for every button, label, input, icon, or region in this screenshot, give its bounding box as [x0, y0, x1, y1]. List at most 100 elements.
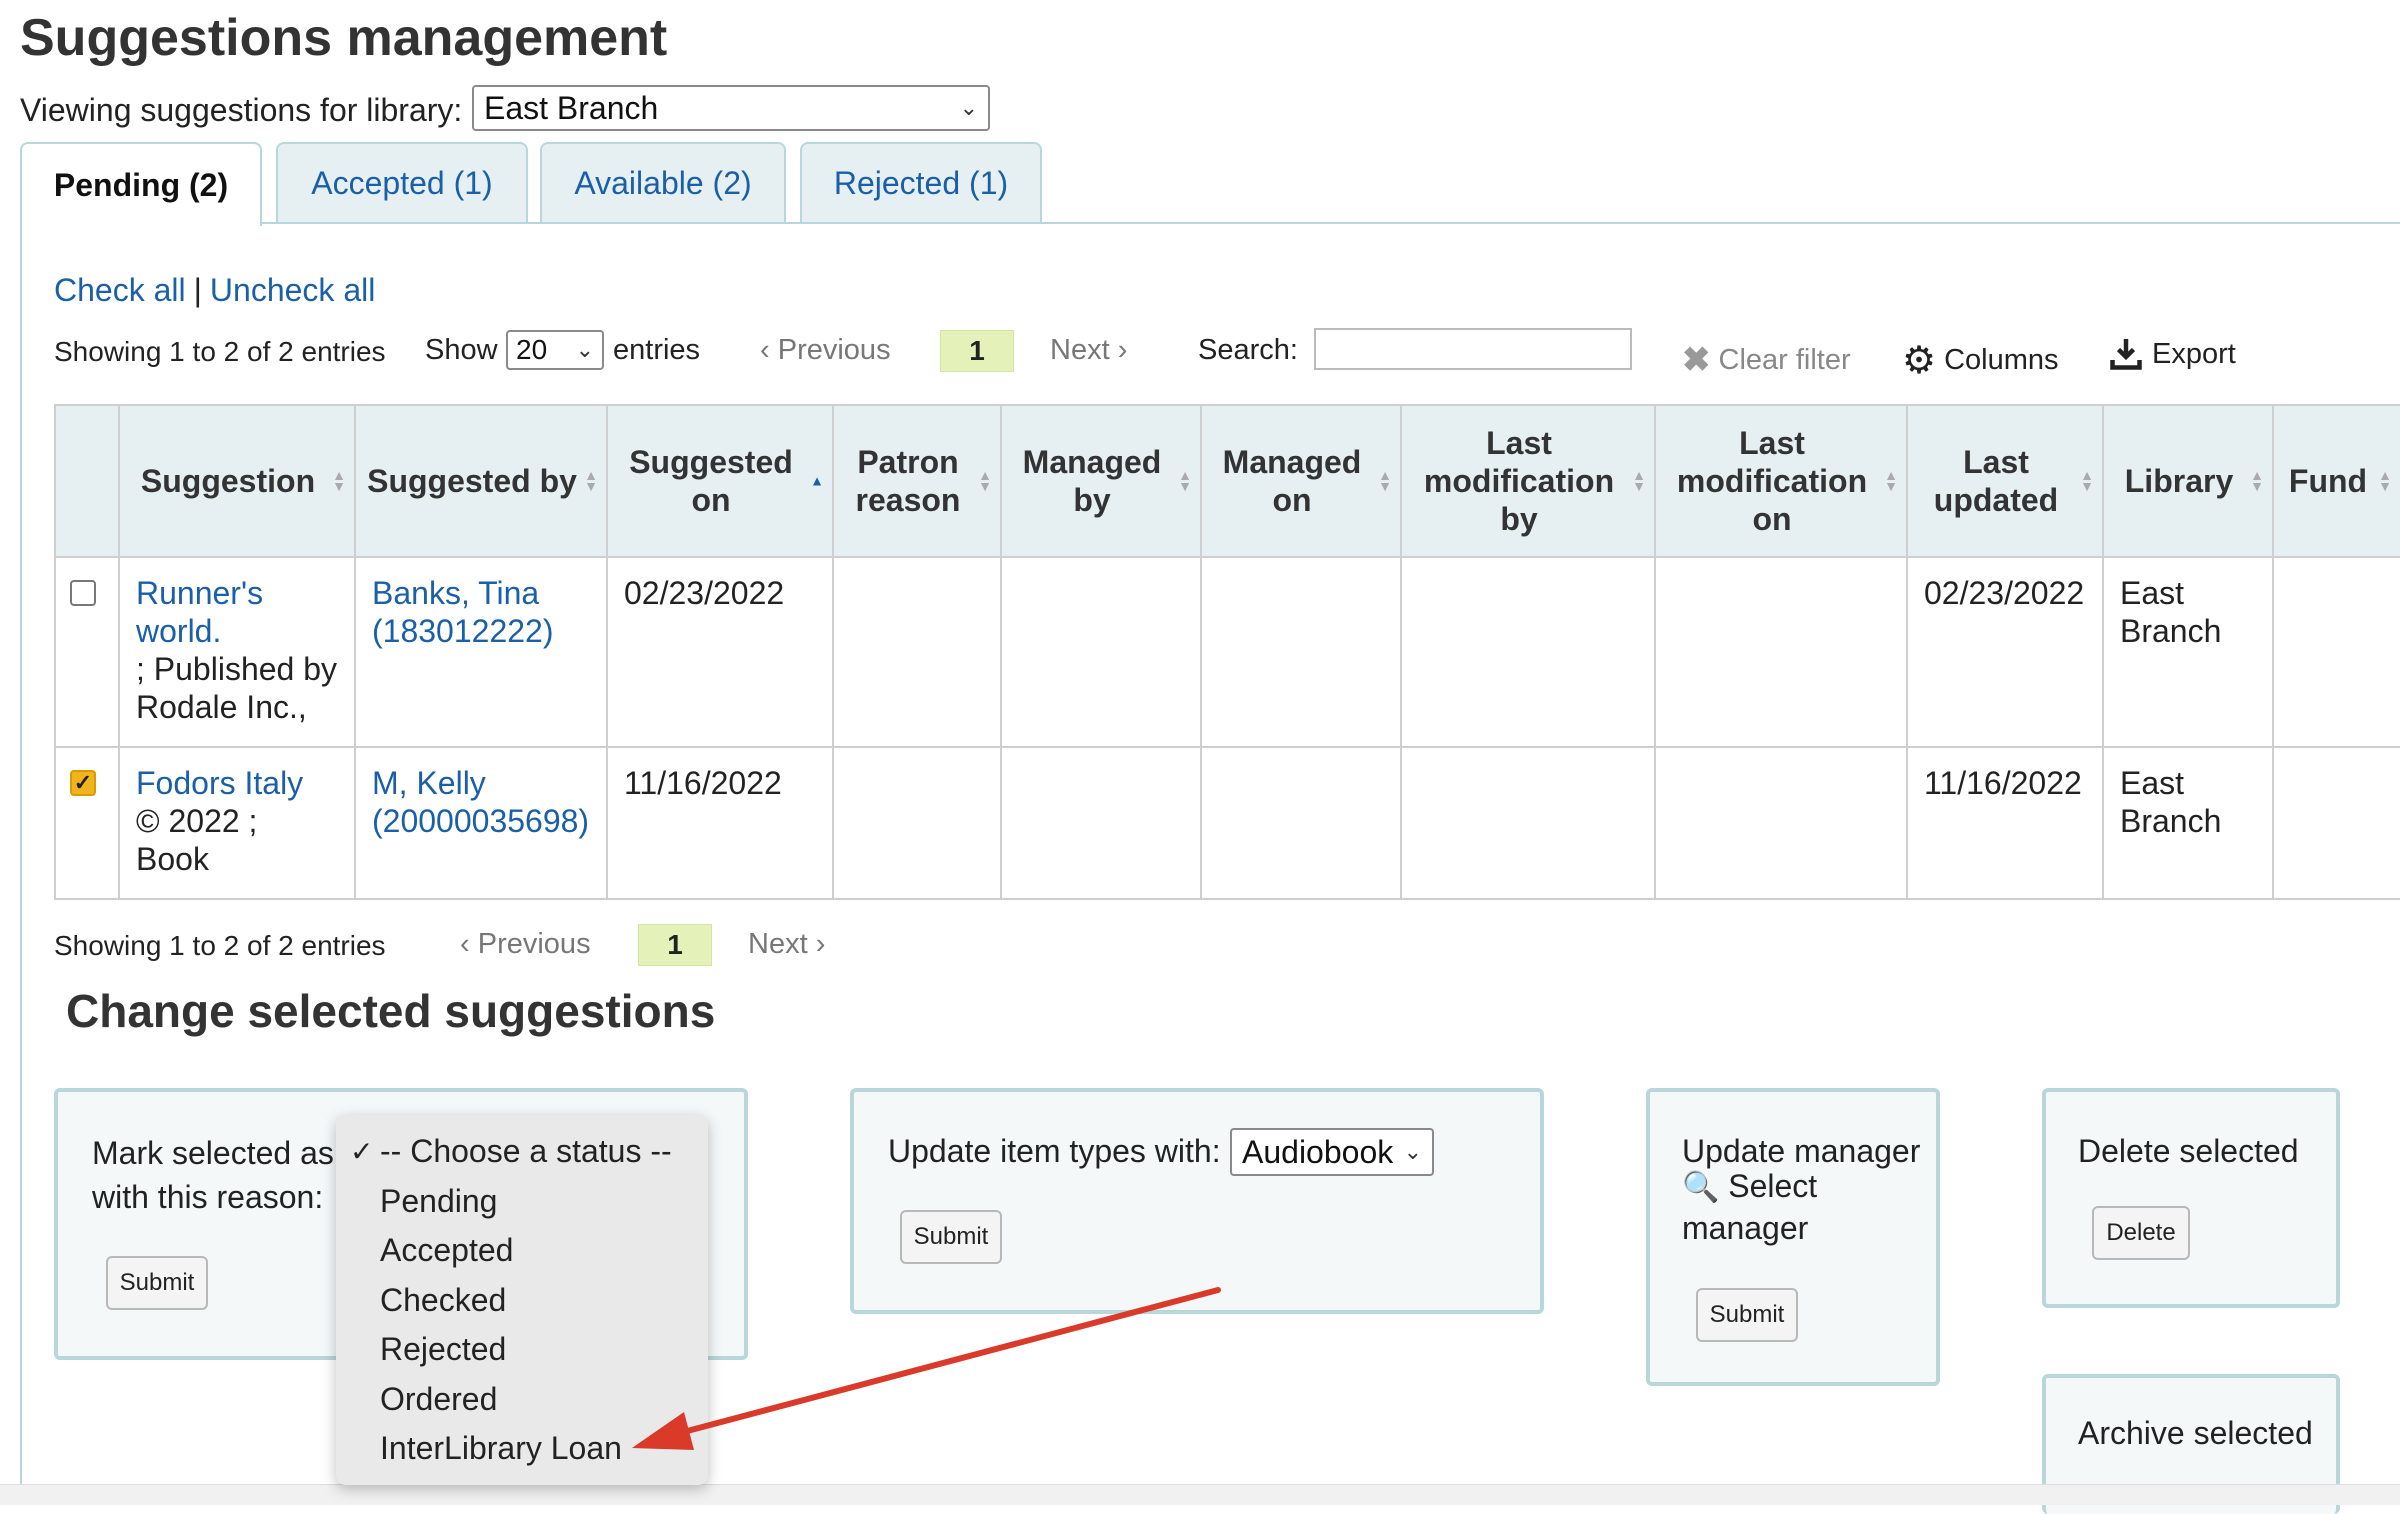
- suggestions-table: Suggestion ▲ ▼ Suggested by ▲ ▼ Suggested on…: [54, 404, 2400, 900]
- header-fund[interactable]: Fund ▲ ▼: [2272, 404, 2400, 558]
- status-option-accepted[interactable]: Accepted: [336, 1226, 708, 1276]
- pager-previous-label: Previous: [477, 928, 591, 960]
- page-number-current-bottom[interactable]: 1: [638, 924, 712, 966]
- header-last-modification-on[interactable]: Last modification on ▲ ▼: [1654, 404, 1908, 558]
- patron-reason-cell: [832, 746, 1002, 900]
- last-updated-cell: 02/23/2022: [1906, 556, 2104, 748]
- header-label: Fund: [2288, 463, 2368, 499]
- patron-link[interactable]: Banks, Tina (183012222): [372, 575, 553, 649]
- archive-selected-label: Archive selected: [2078, 1415, 2313, 1451]
- page-length-value: 20: [516, 334, 548, 365]
- checkmark-icon: ✓: [350, 1136, 374, 1167]
- suggested-by-cell: Banks, Tina (183012222): [354, 556, 608, 748]
- managed-by-cell: [1000, 556, 1202, 748]
- chevron-down-icon: ⌄: [1403, 1139, 1422, 1164]
- patron-link[interactable]: M, Kelly (20000035698): [372, 765, 589, 839]
- item-type-value: Audiobook: [1242, 1133, 1394, 1170]
- export-label: Export: [2152, 337, 2236, 370]
- uncheck-all-link[interactable]: Uncheck all: [210, 272, 375, 308]
- row-checkbox[interactable]: [70, 580, 96, 606]
- library-select-value: East Branch: [484, 89, 659, 126]
- search-icon: 🔍: [1682, 1171, 1720, 1204]
- table-info-bottom: Showing 1 to 2 of 2 entries: [54, 930, 386, 961]
- header-managed-by[interactable]: Managed by ▲ ▼: [1000, 404, 1202, 558]
- page-number-current-top[interactable]: 1: [940, 330, 1014, 372]
- status-option-label: Checked: [380, 1281, 507, 1318]
- manager-submit-button[interactable]: Submit: [1696, 1288, 1798, 1342]
- sort-icon: ▲ ▼: [2378, 467, 2392, 494]
- sort-icon: ▲ ▼: [2250, 467, 2264, 494]
- library-select[interactable]: East Branch ⌄: [472, 85, 990, 131]
- status-option-choose[interactable]: ✓ -- Choose a status --: [336, 1127, 708, 1177]
- suggestion-details: ; Published by Rodale Inc.,: [136, 651, 338, 725]
- status-option-rejected[interactable]: Rejected: [336, 1325, 708, 1375]
- item-types-box: Update item types with: Audiobook ⌄ Subm…: [850, 1088, 1544, 1314]
- pager-next-bottom[interactable]: Next ›: [748, 928, 825, 961]
- item-type-select[interactable]: Audiobook ⌄: [1230, 1128, 1434, 1176]
- update-manager-box: Update manager 🔍 Select manager Submit: [1646, 1088, 1940, 1386]
- row-checkbox-checked[interactable]: ✓: [70, 770, 96, 796]
- status-option-checked[interactable]: Checked: [336, 1276, 708, 1326]
- check-all-link[interactable]: Check all: [54, 272, 186, 308]
- status-option-interlibrary-loan[interactable]: InterLibrary Loan: [336, 1424, 708, 1474]
- select-manager-link[interactable]: 🔍 Select manager: [1682, 1166, 1912, 1248]
- columns-label: Columns: [1944, 344, 2059, 376]
- chevron-down-icon: ⌄: [959, 95, 978, 120]
- patron-reason-cell: [832, 556, 1002, 748]
- row-checkbox-cell: ✓: [54, 746, 120, 900]
- header-patron-reason[interactable]: Patron reason ▲ ▼: [832, 404, 1002, 558]
- sort-icon: ▲ ▼: [1884, 467, 1898, 494]
- header-suggested-on[interactable]: Suggested on ▲: [606, 404, 834, 558]
- tab-pending[interactable]: Pending (2): [20, 142, 262, 226]
- clear-filter-button[interactable]: ✖ Clear filter: [1682, 340, 1851, 380]
- header-label: Patron reason: [855, 444, 961, 518]
- page-title: Suggestions management: [20, 9, 668, 67]
- chevron-right-icon: ›: [1117, 334, 1128, 366]
- suggestion-title-link[interactable]: Runner's world.: [136, 575, 263, 649]
- chevron-down-icon: ⌄: [575, 337, 594, 362]
- item-types-submit-button[interactable]: Submit: [900, 1210, 1002, 1264]
- pager-next-top[interactable]: Next ›: [1050, 334, 1127, 367]
- status-option-ordered[interactable]: Ordered: [336, 1375, 708, 1425]
- mark-submit-button[interactable]: Submit: [106, 1256, 208, 1310]
- tab-accepted[interactable]: Accepted (1): [276, 142, 528, 222]
- header-suggestion[interactable]: Suggestion ▲ ▼: [118, 404, 356, 558]
- sort-icon: ▲ ▼: [584, 467, 598, 494]
- delete-selected-label: Delete selected: [2078, 1133, 2299, 1169]
- pager-previous-label: Previous: [777, 334, 891, 366]
- header-suggested-by[interactable]: Suggested by ▲ ▼: [354, 404, 608, 558]
- header-library[interactable]: Library ▲ ▼: [2102, 404, 2274, 558]
- status-dropdown-menu: ✓ -- Choose a status -- Pending Accepted …: [336, 1115, 708, 1485]
- link-separator: |: [193, 272, 202, 308]
- columns-button[interactable]: ⚙ Columns: [1902, 338, 2059, 383]
- header-managed-on[interactable]: Managed on ▲ ▼: [1200, 404, 1402, 558]
- tab-available[interactable]: Available (2): [540, 142, 786, 222]
- tab-rejected[interactable]: Rejected (1): [800, 142, 1042, 222]
- header-last-modification-by[interactable]: Last modification by ▲ ▼: [1400, 404, 1656, 558]
- managed-by-cell: [1000, 746, 1202, 900]
- sort-icon: ▲ ▼: [1178, 467, 1192, 494]
- managed-on-cell: [1200, 556, 1402, 748]
- status-option-pending[interactable]: Pending: [336, 1177, 708, 1227]
- suggested-on-cell: 11/16/2022: [606, 746, 834, 900]
- pager-previous-top[interactable]: ‹ Previous: [760, 334, 891, 367]
- pager-next-label: Next: [1050, 334, 1110, 366]
- page-length-select[interactable]: 20 ⌄: [506, 330, 604, 370]
- header-checkbox: [54, 404, 120, 558]
- sort-icon: ▲ ▼: [1378, 467, 1392, 494]
- suggestion-title-link[interactable]: Fodors Italy: [136, 765, 303, 801]
- last-updated-cell: 11/16/2022: [1906, 746, 2104, 900]
- fund-cell: [2272, 556, 2400, 748]
- sort-icon: ▲ ▼: [1632, 467, 1646, 494]
- search-input[interactable]: [1314, 328, 1632, 370]
- clear-filter-label: Clear filter: [1718, 343, 1851, 376]
- status-option-label: Pending: [380, 1182, 498, 1219]
- library-label: Viewing suggestions for library:: [20, 92, 463, 128]
- pager-previous-bottom[interactable]: ‹ Previous: [460, 928, 591, 961]
- check-links: Check all | Uncheck all: [54, 272, 375, 309]
- export-button[interactable]: Export: [2108, 336, 2236, 372]
- delete-button[interactable]: Delete: [2092, 1206, 2190, 1260]
- header-label: Suggested on: [629, 444, 793, 518]
- header-last-updated[interactable]: Last updated ▲ ▼: [1906, 404, 2104, 558]
- change-section-title: Change selected suggestions: [66, 985, 716, 1037]
